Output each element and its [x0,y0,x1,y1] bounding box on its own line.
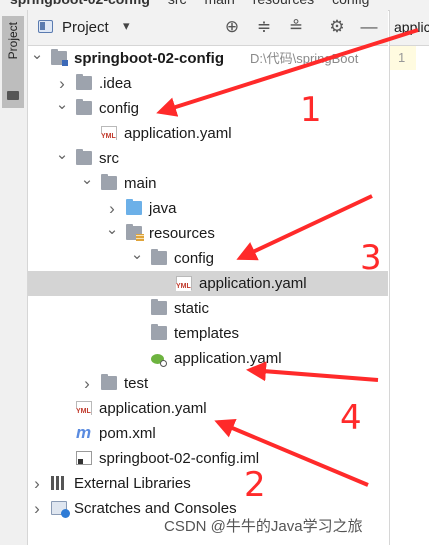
watermark: CSDN @牛牛的Java学习之旅 [164,518,363,535]
annotation-number: 3 [360,238,382,278]
annotation-number: 2 [244,465,266,505]
annotation-number: 1 [300,90,322,130]
annotation-arrow [246,361,379,382]
annotation-arrow [236,194,373,261]
annotation-number: 4 [340,398,362,438]
annotation-arrow [156,28,419,117]
